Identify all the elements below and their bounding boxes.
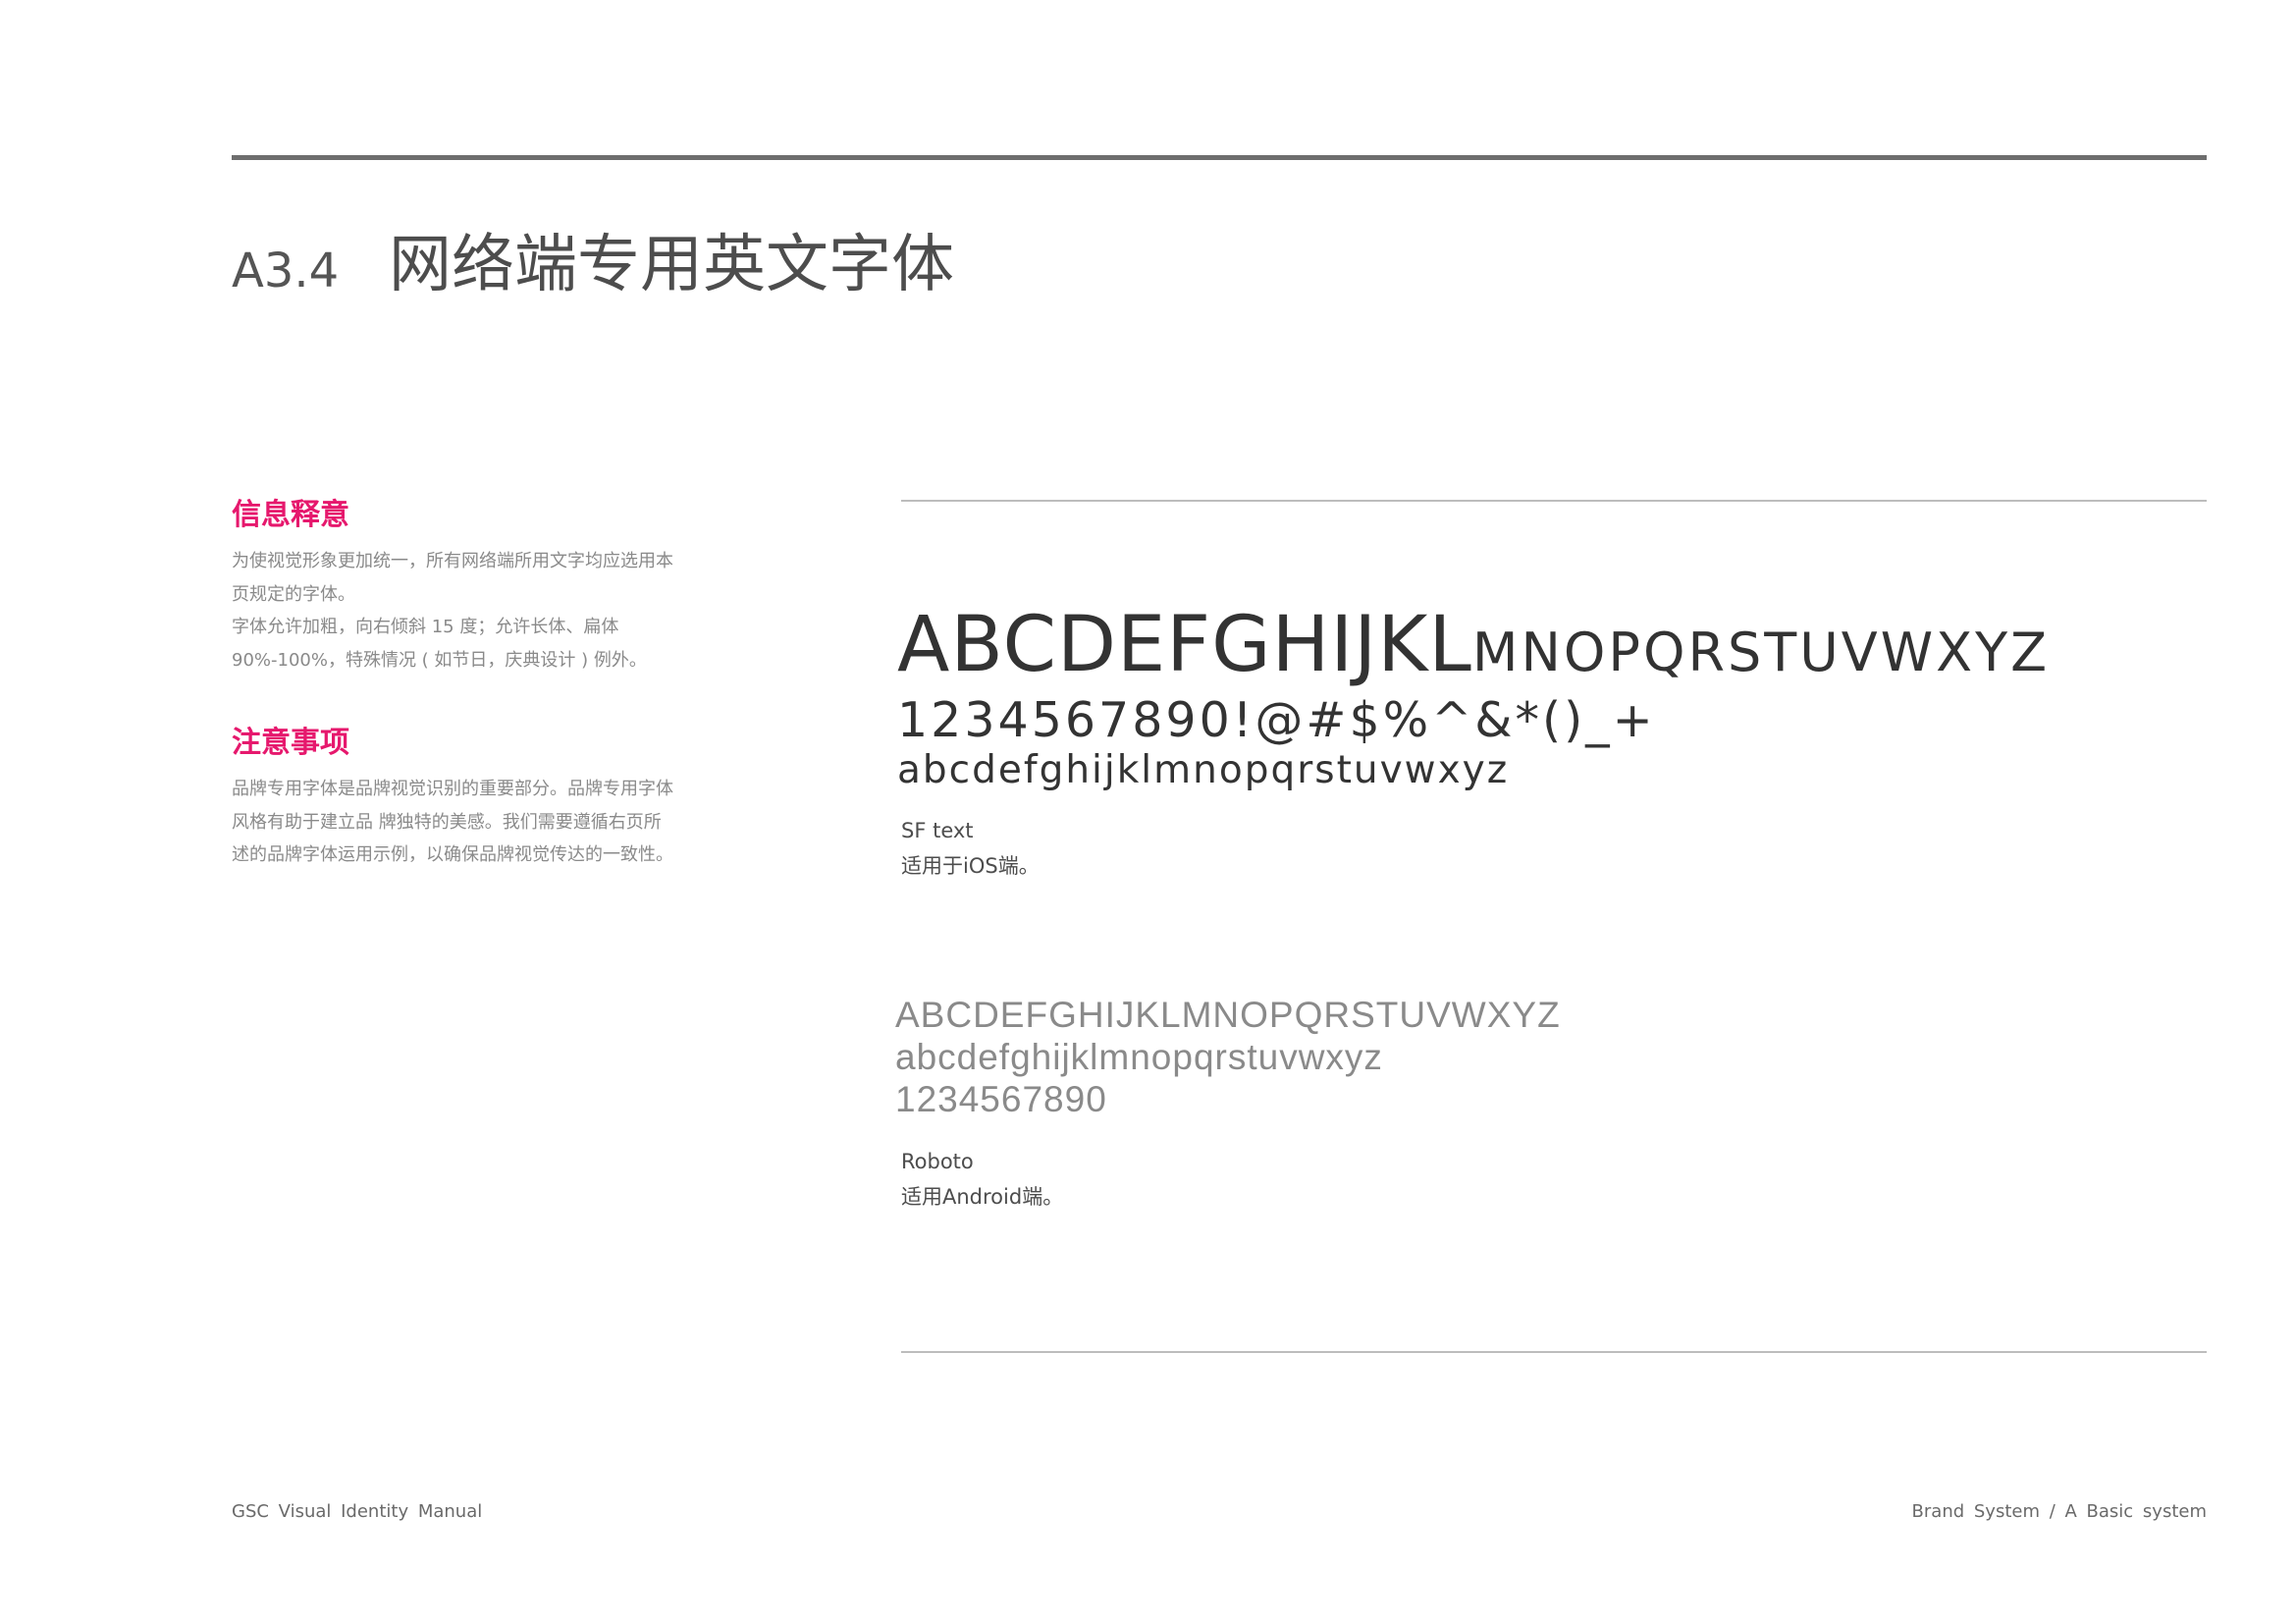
sf-uppercase-large: ABCDEFGHIJKL (897, 601, 1472, 689)
roboto-usage-note: 适用Android端。 (901, 1185, 1064, 1209)
header-rule (232, 155, 2207, 160)
roboto-font-name: Roboto (901, 1150, 974, 1173)
info-line: 页规定的字体。 (232, 583, 355, 605)
notes-line: 述的品牌字体运用示例，以确保品牌视觉传达的一致性。 (232, 844, 673, 865)
roboto-uppercase-specimen: ABCDEFGHIJKLMNOPQRSTUVWXYZ (895, 995, 1561, 1035)
sf-digits-specimen: 1234567890!@#$%^&*()_+ (897, 692, 1656, 748)
info-paragraph: 为使视觉形象更加统一，所有网络端所用文字均应选用本 页规定的字体。 字体允许加粗… (232, 545, 742, 677)
sf-font-name: SF text (901, 819, 974, 842)
sf-uppercase-small: MNOPQRSTUVWXYZ (1471, 622, 2051, 683)
notes-paragraph: 品牌专用字体是品牌视觉识别的重要部分。品牌专用字体 风格有助于建立品 牌独特的美… (232, 773, 742, 872)
info-heading: 信息释意 (232, 498, 349, 532)
notes-line: 风格有助于建立品 牌独特的美感。我们需要遵循右页所 (232, 811, 662, 833)
footer-manual-title: GSC Visual Identity Manual (232, 1501, 483, 1522)
info-line: 为使视觉形象更加统一，所有网络端所用文字均应选用本 (232, 551, 673, 571)
sf-usage-note: 适用于iOS端。 (901, 854, 1040, 878)
roboto-digits-specimen: 1234567890 (895, 1079, 1107, 1119)
roboto-lowercase-specimen: abcdefghijklmnopqrstuvwxyz (895, 1037, 1383, 1077)
specimen-top-divider (901, 500, 2207, 502)
specimen-bottom-divider (901, 1351, 2207, 1353)
description-column: 信息释意 为使视觉形象更加统一，所有网络端所用文字均应选用本 页规定的字体。 字… (232, 496, 742, 872)
info-line: 90%-100%，特殊情况 ( 如节日，庆典设计 ) 例外。 (232, 649, 647, 671)
sf-lowercase-specimen: abcdefghijklmnopqrstuvwxyz (897, 748, 1510, 792)
info-line: 字体允许加粗，向右倾斜 15 度；允许长体、扁体 (232, 617, 619, 637)
page-title: 网络端专用英文字体 (389, 229, 954, 301)
notes-heading: 注意事项 (232, 726, 349, 760)
section-code: A3.4 (232, 244, 340, 298)
notes-line: 品牌专用字体是品牌视觉识别的重要部分。品牌专用字体 (232, 779, 673, 799)
footer-breadcrumb: Brand System / A Basic system (1911, 1501, 2207, 1522)
